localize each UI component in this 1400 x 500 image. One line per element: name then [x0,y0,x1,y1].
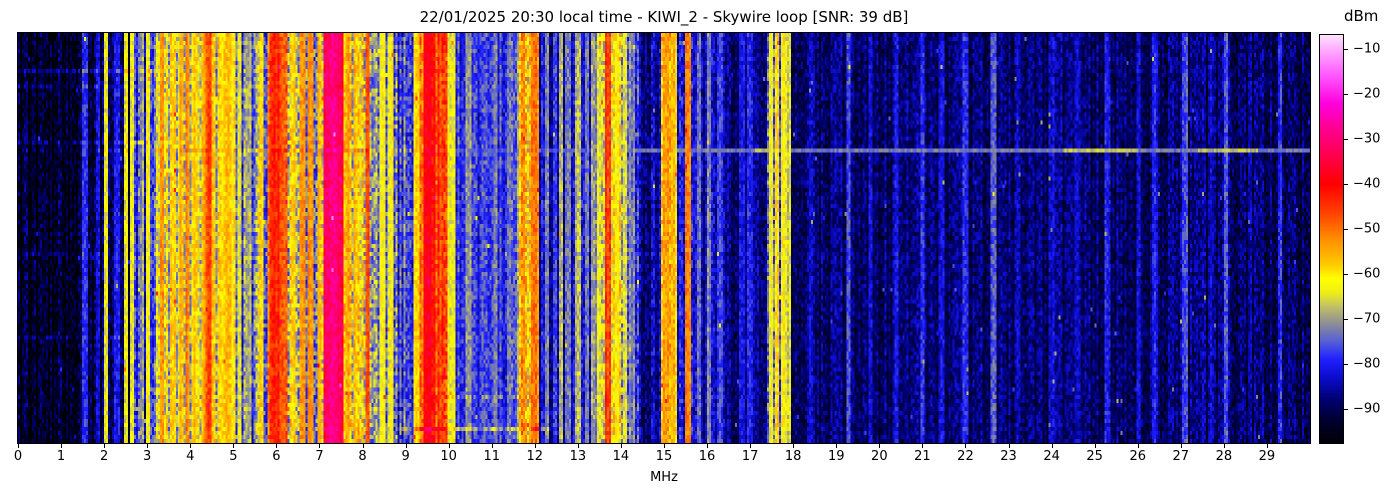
x-tick-mark [793,444,794,448]
x-tick-mark [1052,444,1053,448]
x-tick-label: 7 [315,449,323,464]
x-tick-label: 15 [656,449,673,464]
x-tick-mark [1267,444,1268,448]
x-tick-mark [1181,444,1182,448]
x-tick-mark [319,444,320,448]
x-tick-mark [492,444,493,448]
spectrogram-figure: 22/01/2025 20:30 local time - KIWI_2 - S… [0,0,1400,500]
colorbar-tick-label: −60 [1353,267,1380,282]
x-tick-mark [621,444,622,448]
colorbar-tick-mark [1344,409,1348,410]
x-tick-mark [61,444,62,448]
x-tick-label: 3 [143,449,151,464]
x-tick-label: 27 [1173,449,1190,464]
x-tick-label: 20 [871,449,888,464]
x-tick-label: 5 [229,449,237,464]
x-tick-mark [147,444,148,448]
x-tick-label: 2 [100,449,108,464]
colorbar-canvas [1320,35,1343,443]
colorbar-tick-label: −90 [1353,402,1380,417]
x-tick-mark [664,444,665,448]
x-tick-mark [1138,444,1139,448]
x-tick-label: 9 [401,449,409,464]
x-tick-mark [965,444,966,448]
x-tick-label: 26 [1129,449,1146,464]
x-tick-label: 4 [186,449,194,464]
x-tick-mark [1009,444,1010,448]
colorbar-tick-mark [1344,139,1348,140]
colorbar-tick-mark [1344,49,1348,50]
x-tick-label: 13 [570,449,587,464]
colorbar-tick-label: −70 [1353,312,1380,327]
x-tick-label: 25 [1086,449,1103,464]
x-tick-mark [233,444,234,448]
colorbar-tick-mark [1344,184,1348,185]
x-tick-label: 10 [440,449,457,464]
colorbar-tick-mark [1344,274,1348,275]
plot-title: 22/01/2025 20:30 local time - KIWI_2 - S… [420,8,909,26]
x-tick-mark [449,444,450,448]
x-tick-mark [836,444,837,448]
x-tick-mark [535,444,536,448]
x-tick-label: 8 [358,449,366,464]
x-tick-label: 11 [483,449,500,464]
x-tick-label: 24 [1043,449,1060,464]
colorbar-tick-label: −40 [1353,177,1380,192]
x-tick-mark [1095,444,1096,448]
x-tick-mark [750,444,751,448]
x-tick-mark [578,444,579,448]
x-tick-label: 18 [785,449,802,464]
x-tick-label: 19 [828,449,845,464]
x-tick-label: 14 [613,449,630,464]
x-tick-mark [18,444,19,448]
x-tick-mark [104,444,105,448]
colorbar-tick-label: −10 [1353,42,1380,57]
colorbar-tick-mark [1344,364,1348,365]
x-tick-mark [406,444,407,448]
x-tick-label: 1 [57,449,65,464]
x-tick-mark [363,444,364,448]
spectrogram-canvas [18,33,1310,443]
colorbar-unit-label: dBm [1344,7,1378,25]
x-tick-label: 28 [1216,449,1233,464]
x-tick-mark [1224,444,1225,448]
x-tick-mark [276,444,277,448]
colorbar-tick-mark [1344,94,1348,95]
x-tick-label: 6 [272,449,280,464]
x-axis-label: MHz [650,470,678,485]
colorbar-tick-mark [1344,319,1348,320]
colorbar-tick-label: −80 [1353,357,1380,372]
x-tick-mark [879,444,880,448]
x-tick-mark [707,444,708,448]
x-tick-label: 12 [527,449,544,464]
colorbar-frame [1319,34,1344,444]
x-tick-label: 17 [742,449,759,464]
x-tick-label: 16 [699,449,716,464]
x-tick-label: 23 [1000,449,1017,464]
x-tick-mark [922,444,923,448]
colorbar-tick-label: −20 [1353,87,1380,102]
x-tick-label: 21 [914,449,931,464]
x-tick-mark [190,444,191,448]
plot-frame [17,32,1311,444]
x-tick-label: 29 [1259,449,1276,464]
x-tick-label: 0 [14,449,22,464]
colorbar-tick-label: −30 [1353,132,1380,147]
colorbar-tick-label: −50 [1353,222,1380,237]
colorbar-tick-mark [1344,229,1348,230]
x-tick-label: 22 [957,449,974,464]
